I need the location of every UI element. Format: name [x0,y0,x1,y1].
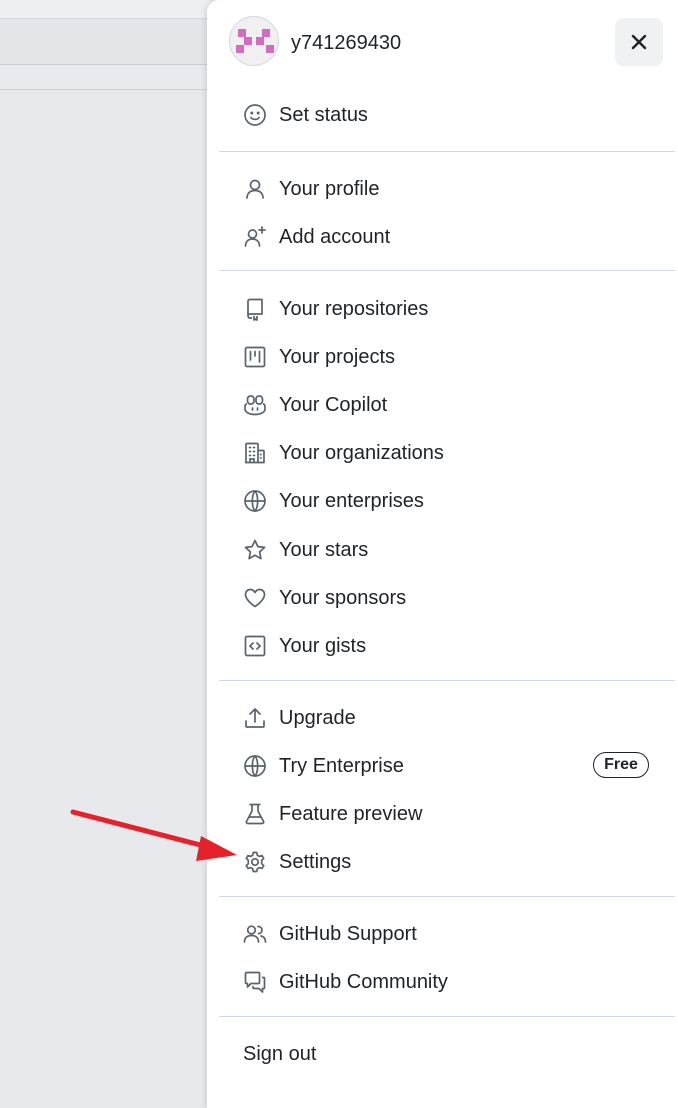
gear-icon [245,851,265,873]
code-square-icon [244,635,266,657]
comment-discussion-icon [244,971,266,993]
project-icon [244,346,266,368]
background-toolbar [0,0,210,19]
avatar [229,16,279,66]
menu-item-feature-preview[interactable]: Feature preview [231,794,651,834]
menu-item-your-copilot[interactable]: Your Copilot [231,385,651,425]
menu-item-your-repositories[interactable]: Your repositories [231,289,651,329]
upload-icon [245,708,265,728]
heart-icon [244,588,266,608]
divider [219,896,675,897]
menu-item-upgrade[interactable]: Upgrade [231,698,651,738]
menu-item-label: Your gists [279,635,367,657]
menu-item-label: GitHub Community [279,971,448,993]
divider [219,680,675,681]
menu-item-your-enterprises[interactable]: Your enterprises [231,481,651,521]
menu-item-label: Your enterprises [279,490,424,512]
user-menu-header: y741269430 [207,0,678,88]
background-subheader [0,65,210,90]
divider [219,270,675,271]
username: y741269430 [291,32,402,54]
menu-item-label: Your repositories [279,298,429,320]
person-icon [246,179,264,199]
menu-item-label: Settings [279,851,352,873]
menu-item-your-organizations[interactable]: Your organizations [231,433,651,473]
menu-item-label: Add account [279,226,391,248]
menu-item-label: Set status [279,104,368,126]
close-icon [631,34,647,50]
globe-icon [244,754,266,778]
menu-item-sign-out[interactable]: Sign out [231,1034,651,1074]
menu-item-label: Your Copilot [279,394,388,416]
menu-item-label: Your sponsors [279,587,407,609]
menu-item-your-profile[interactable]: Your profile [231,169,651,209]
person-add-icon [244,226,266,247]
menu-item-try-enterprise[interactable]: Try Enterprise [231,746,651,786]
menu-item-your-gists[interactable]: Your gists [231,626,651,666]
divider [219,1016,675,1017]
menu-item-settings[interactable]: Settings [231,842,651,882]
copilot-icon [244,395,266,416]
menu-item-label: GitHub Support [279,923,417,945]
menu-item-set-status[interactable]: Set status [231,95,651,135]
beaker-icon [245,803,265,825]
menu-item-label: Try Enterprise [279,755,404,777]
background-header [0,19,210,65]
menu-item-label: Your stars [279,539,369,561]
menu-item-label: Feature preview [279,803,423,825]
globe-icon [244,489,266,513]
menu-item-github-community[interactable]: GitHub Community [231,962,651,1002]
user-menu-panel: y741269430 Set status Your profile Add a… [207,0,678,1108]
repo-icon [247,298,263,321]
free-badge: Free [593,752,649,778]
menu-item-label: Your profile [279,178,380,200]
menu-item-your-sponsors[interactable]: Your sponsors [231,578,651,618]
organization-icon [245,442,265,464]
menu-item-add-account[interactable]: Add account [231,217,651,257]
menu-item-label: Sign out [243,1043,317,1065]
menu-item-your-projects[interactable]: Your projects [231,337,651,377]
close-button[interactable] [615,18,663,66]
menu-item-label: Upgrade [279,707,356,729]
menu-item-github-support[interactable]: GitHub Support [231,914,651,954]
divider [219,151,675,152]
people-icon [243,925,267,943]
smiley-icon [244,104,266,126]
star-icon [244,539,266,560]
menu-item-your-stars[interactable]: Your stars [231,530,651,570]
menu-item-label: Your projects [279,346,395,368]
menu-item-label: Your organizations [279,442,444,464]
